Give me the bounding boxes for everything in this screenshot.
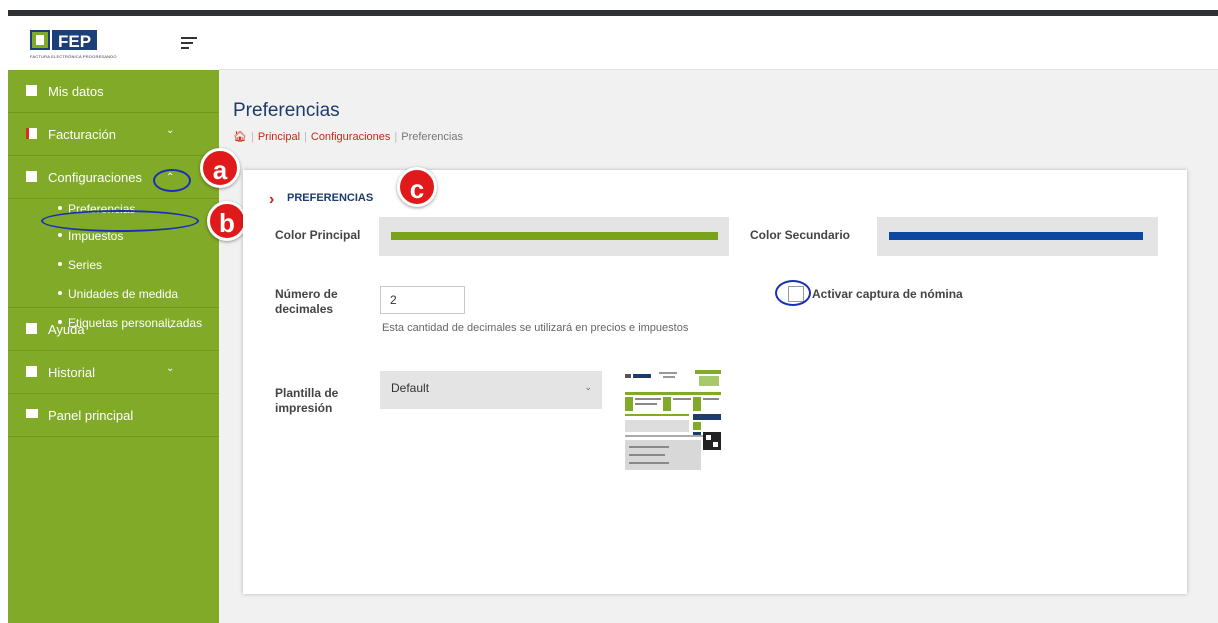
nomina-label[interactable]: Activar captura de nómina	[812, 287, 963, 302]
plantilla-label-line1: Plantilla de	[275, 386, 339, 400]
annotation-ring-chevron	[153, 169, 191, 192]
decimales-input[interactable]: 2	[380, 286, 465, 314]
sidebar-item-mis-datos[interactable]: Mis datos	[8, 70, 219, 113]
annotation-ring-checkbox	[775, 280, 811, 306]
plantilla-select[interactable]: Default ⌄	[380, 371, 602, 409]
annotation-badge-a: a	[200, 148, 240, 188]
color-secundario-bar	[889, 232, 1143, 240]
template-preview-thumbnail[interactable]	[625, 370, 721, 471]
sidebar: FEP FACTURA ELECTRÓNICA PROGRESANDO Mis …	[8, 16, 219, 623]
chevron-down-icon[interactable]: ⌄	[166, 363, 174, 374]
logo-subtitle: FACTURA ELECTRÓNICA PROGRESANDO	[30, 54, 117, 59]
app-window: FEP FACTURA ELECTRÓNICA PROGRESANDO Mis …	[8, 10, 1218, 623]
submenu-item-series[interactable]: Series	[8, 252, 219, 281]
app-logo[interactable]: FEP FACTURA ELECTRÓNICA PROGRESANDO	[30, 30, 116, 60]
breadcrumb-principal[interactable]: Principal	[258, 131, 300, 143]
logo-area: FEP FACTURA ELECTRÓNICA PROGRESANDO	[8, 16, 219, 70]
menu-toggle-icon[interactable]	[181, 36, 197, 50]
sidebar-item-panel-principal[interactable]: Panel principal	[8, 394, 219, 437]
user-card-icon	[26, 85, 37, 96]
bullet-icon	[58, 291, 62, 295]
annotation-ring-preferencias	[41, 210, 199, 232]
annotation-badge-c: c	[397, 167, 437, 207]
sidebar-item-label: Historial	[48, 365, 95, 380]
search-icon	[26, 366, 37, 377]
gear-icon	[26, 171, 37, 182]
invoice-icon	[26, 128, 37, 139]
breadcrumb-configuraciones[interactable]: Configuraciones	[311, 131, 391, 143]
annotation-badge-b: b	[207, 201, 247, 241]
breadcrumb-current: Preferencias	[401, 131, 463, 143]
logo-document-icon	[30, 30, 50, 50]
preferences-card: › PREFERENCIAS Color Principal Color Sec…	[243, 170, 1187, 594]
plantilla-select-value: Default	[391, 381, 430, 395]
bullet-icon	[58, 206, 62, 210]
decimales-label-line1: Número de	[275, 287, 338, 301]
logo-text: FEP	[52, 30, 98, 51]
chevron-down-icon[interactable]: ⌄	[166, 125, 174, 136]
bullet-icon	[58, 262, 62, 266]
sidebar-item-historial[interactable]: Historial ⌄	[8, 351, 219, 394]
color-principal-bar	[391, 232, 718, 240]
breadcrumb: 🏠︎ | Principal | Configuraciones | Preferencia…	[233, 131, 463, 143]
color-principal-label: Color Principal	[275, 228, 361, 242]
chevron-right-icon: ›	[269, 191, 275, 208]
home-icon[interactable]: 🏠︎	[233, 131, 247, 143]
plantilla-label-line2: impresión	[275, 401, 333, 415]
color-secundario-label: Color Secundario	[750, 228, 851, 242]
sidebar-item-ayuda[interactable]: Ayuda ⌄	[8, 308, 219, 351]
submenu-item-unidades-de-medida[interactable]: Unidades de medida	[8, 281, 219, 310]
chevron-down-icon: ⌄	[584, 382, 592, 392]
bullet-icon	[58, 233, 62, 237]
page-title: Preferencias	[233, 100, 340, 121]
chevron-down-icon[interactable]: ⌄	[166, 320, 174, 331]
sidebar-item-label: Ayuda	[48, 322, 85, 337]
decimales-label: Número de decimales	[275, 287, 338, 317]
decimales-hint: Esta cantidad de decimales se utilizará …	[382, 322, 689, 334]
top-header	[219, 16, 1218, 70]
color-secundario-picker[interactable]	[877, 217, 1158, 256]
sidebar-item-label: Facturación	[48, 127, 116, 142]
submenu-item-label: Series	[68, 258, 103, 272]
sidebar-item-facturacion[interactable]: Facturación ⌄	[8, 113, 219, 156]
sidebar-item-label: Configuraciones	[48, 170, 142, 185]
monitor-icon	[26, 409, 38, 418]
sidebar-item-label: Mis datos	[48, 84, 104, 99]
plantilla-label: Plantilla de impresión	[275, 386, 338, 416]
sidebar-item-label: Panel principal	[48, 408, 134, 423]
decimales-label-line2: decimales	[275, 302, 334, 316]
submenu-item-label: Unidades de medida	[68, 287, 179, 301]
help-icon	[26, 323, 37, 334]
sidebar-nav: Mis datos Facturación ⌄ Configuraciones …	[8, 70, 219, 437]
color-principal-picker[interactable]	[379, 217, 729, 256]
section-title: PREFERENCIAS	[287, 192, 374, 204]
